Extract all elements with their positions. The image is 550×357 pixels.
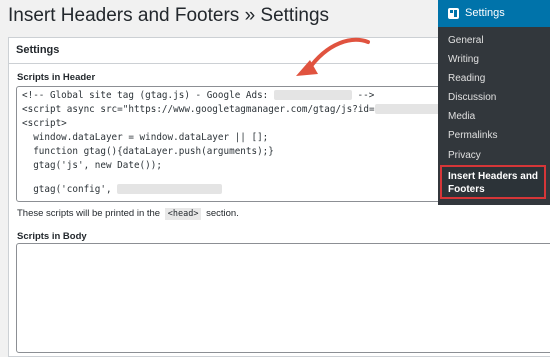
code-line-6: gtag('js', new Date()); (22, 160, 162, 171)
menu-item-discussion[interactable]: Discussion (448, 92, 496, 103)
code-line-2: <script async src="https://www.googletag… (22, 104, 375, 115)
hint-prefix: These scripts will be printed in the (17, 208, 161, 219)
code-line-3: <script> (22, 118, 67, 129)
code-line-5: function gtag(){dataLayer.push(arguments… (22, 146, 274, 157)
menu-item-reading[interactable]: Reading (448, 73, 485, 84)
redacted-id (273, 90, 352, 100)
scripts-in-body-label: Scripts in Body (17, 231, 87, 242)
page-title: Insert Headers and Footers » Settings (8, 5, 330, 26)
settings-menu-header[interactable]: Settings (438, 0, 550, 27)
hint-code: <head> (164, 208, 202, 220)
menu-item-insert-headers-footers[interactable]: Insert Headers and Footers (440, 165, 546, 199)
scripts-in-header-label: Scripts in Header (17, 72, 96, 83)
menu-item-permalinks[interactable]: Permalinks (448, 130, 497, 141)
menu-item-media[interactable]: Media (448, 111, 475, 122)
settings-icon (448, 8, 459, 19)
menu-item-general[interactable]: General (448, 35, 484, 46)
header-hint: These scripts will be printed in the <he… (17, 208, 239, 220)
redacted-id (117, 184, 223, 194)
menu-item-insert-headers-footers-label: Insert Headers and Footers (448, 171, 539, 195)
code-line-8: gtag('config', (22, 184, 112, 195)
code-line-4: window.dataLayer = window.dataLayer || [… (22, 132, 269, 143)
settings-menu-label: Settings (465, 7, 505, 19)
menu-item-writing[interactable]: Writing (448, 54, 479, 65)
scripts-in-body-textarea[interactable] (16, 243, 550, 353)
menu-item-privacy[interactable]: Privacy (448, 150, 481, 161)
panel-title: Settings (16, 44, 60, 56)
code-line-1: <!-- Global site tag (gtag.js) - Google … (22, 90, 269, 101)
hint-suffix: section. (206, 208, 239, 219)
annotation-arrow-icon (296, 37, 370, 76)
comment-close: --> (357, 90, 375, 101)
